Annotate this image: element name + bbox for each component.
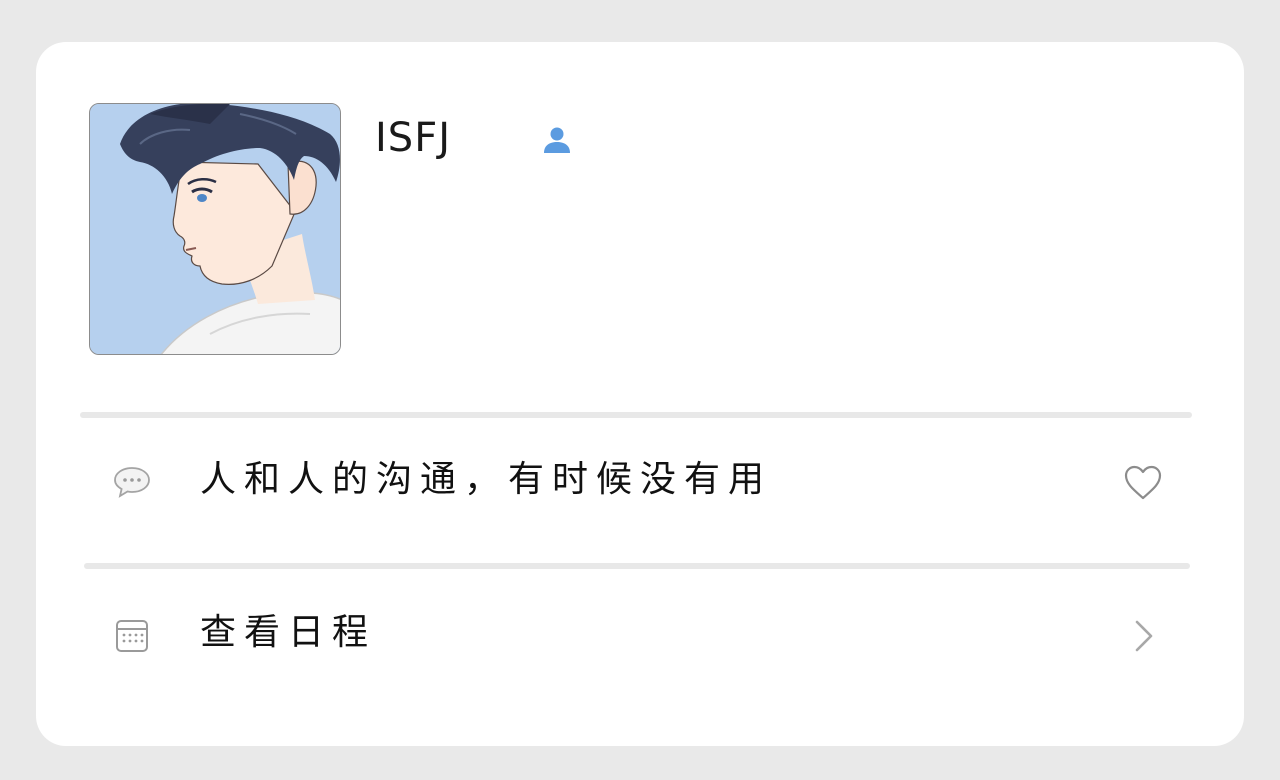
avatar[interactable]	[89, 103, 341, 355]
calendar-icon	[116, 620, 148, 652]
motto-row[interactable]: 人和人的沟通，有时候没有用	[80, 426, 1192, 536]
chevron-right-icon[interactable]	[1122, 615, 1164, 657]
divider	[84, 563, 1190, 569]
speech-bubble-icon	[114, 467, 150, 498]
motto-text: 人和人的沟通，有时候没有用	[200, 459, 773, 500]
divider	[80, 412, 1192, 418]
person-icon	[544, 127, 570, 153]
schedule-text: 查看日程	[200, 612, 377, 653]
avatar-image	[90, 104, 340, 354]
profile-card: ISFJ 人和人的沟通，有时候没有用 查看日程	[36, 42, 1244, 746]
schedule-row[interactable]: 查看日程	[80, 579, 1192, 689]
heart-outline-icon[interactable]	[1122, 462, 1164, 504]
profile-name: ISFJ	[375, 115, 451, 161]
